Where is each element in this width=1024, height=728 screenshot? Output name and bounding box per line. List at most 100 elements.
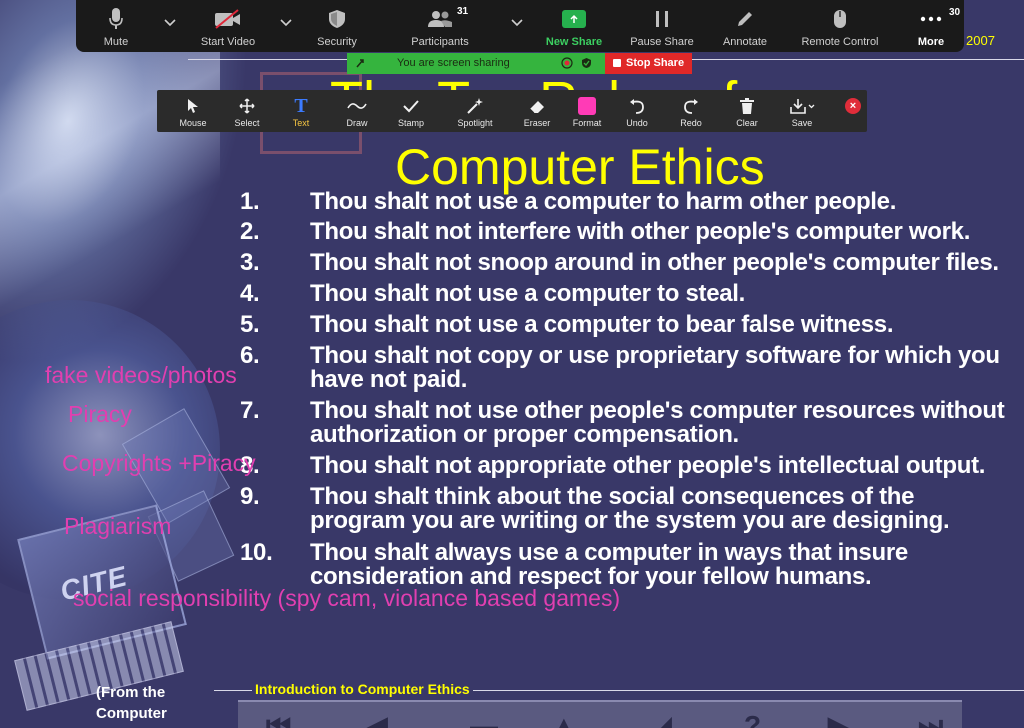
tool-undo[interactable]: Undo [613,90,661,132]
save-icon [777,96,827,116]
tool-clear[interactable]: Clear [723,90,771,132]
annotation-copyrights: Copyrights +Piracy [62,450,256,476]
tool-draw[interactable]: Draw [331,90,383,132]
draw-icon [331,96,383,116]
rule-text: Thou shalt not use a computer to bear fa… [310,311,894,338]
move-icon [221,96,273,116]
speaker-icon: ◢ [650,711,672,728]
pin-icon [356,59,364,68]
stop-icon [613,59,621,67]
format-icon [563,96,611,116]
trash-icon [723,96,771,116]
tool-eraser[interactable]: Eraser [513,90,561,132]
rule-number: 1. [240,188,260,215]
annotation-social-responsibility: social responsibility (spy cam, violance… [73,585,621,611]
more-button[interactable]: 30 More [906,0,960,52]
rule-text: Thou shalt think about the social conseq… [310,483,950,534]
mute-label: Mute [103,36,129,48]
tool-label: Eraser [523,118,551,128]
tool-save[interactable]: Save [777,90,827,132]
shield-check-icon [582,58,591,68]
stop-share-label: Stop Share [626,57,685,69]
security-button[interactable]: Security [302,0,372,52]
tool-label: Spotlight [457,118,493,128]
tool-redo[interactable]: Redo [667,90,715,132]
new-share-label: New Share [545,36,603,48]
rule-item: 1. Thou shalt not use a computer to harm … [240,190,1010,214]
prev-slide-icon: ◀ [366,711,388,728]
video-icon: ▬ [470,710,498,728]
eraser-icon [513,96,561,116]
tool-label: Redo [680,118,702,128]
start-video-label: Start Video [200,36,256,48]
microphone-icon [86,8,146,30]
rule-number: 7. [240,397,260,424]
record-icon [561,57,573,69]
annotate-button[interactable]: Annotate [710,0,780,52]
annotate-label: Annotate [722,36,768,48]
start-video-button[interactable]: Start Video [188,0,268,52]
share-icon-wrap [538,8,610,30]
rule-text: Thou shalt not snoop around in other peo… [310,249,999,276]
rule-text: Thou shalt always use a computer in ways… [310,539,908,590]
participants-count: 31 [457,6,469,17]
rule-text: Thou shalt not use a computer to harm ot… [310,188,897,215]
annotation-plagiarism: Plagiarism [64,513,172,539]
rule-text: Thou shalt not interfere with other peop… [310,218,971,245]
tool-mouse[interactable]: Mouse [167,90,219,132]
rule-item: 5. Thou shalt not use a computer to bear … [240,313,1010,337]
tool-label: Save [791,118,813,128]
chevron-down-icon[interactable] [162,14,178,30]
tool-stamp[interactable]: Stamp [385,90,437,132]
security-label: Security [317,36,357,48]
slide-nav-bar: ⏮ ◀ ▬ ▲ ◢ ? ▶ ⏭ [238,700,962,728]
rule-text: Thou shalt not use a computer to steal. [310,280,746,307]
rule-number: 5. [240,311,260,338]
rule-number: 6. [240,342,260,369]
slide-year: 2007 [966,33,995,48]
rule-item: 10. Thou shalt always use a computer in w… [240,541,1010,589]
annotation-fake-videos: fake videos/photos [45,362,237,388]
rule-item: 6. Thou shalt not copy or use proprietary… [240,344,1010,392]
share-screen-icon [562,10,586,28]
rule-text: Thou shalt not appropriate other people'… [310,452,986,479]
tool-label: Text [292,118,310,128]
rule-number: 10. [240,539,273,566]
rule-item: 7. Thou shalt not use other people's comp… [240,399,1010,447]
remote-control-label: Remote Control [801,36,879,48]
video-off-icon [188,8,268,30]
last-slide-icon: ⏭ [918,710,944,728]
text-icon: T [294,95,308,117]
annotation-toolbar: Mouse Select T Text Draw Stamp Spotlight… [157,90,867,132]
check-icon [385,96,437,116]
rule-text: Thou shalt not use other people's comput… [310,397,1005,448]
tool-label: Select [234,118,260,128]
tool-format[interactable]: Format [563,90,611,132]
screen-sharing-indicator[interactable]: You are screen sharing [347,53,605,74]
undo-icon [613,96,661,116]
new-share-button[interactable]: New Share [538,0,610,52]
spotlight-icon [445,96,505,116]
rule-item: 8. Thou shalt not appropriate other peopl… [240,454,1010,478]
redo-icon [667,96,715,116]
rule-number: 9. [240,483,260,510]
rule-item: 9. Thou shalt think about the social cons… [240,485,1010,533]
close-annotation-toolbar-icon[interactable]: × [845,98,861,114]
participants-button[interactable]: 31 Participants [396,0,484,52]
chevron-down-icon[interactable] [509,14,525,30]
participants-label: Participants [411,36,469,48]
tool-label: Stamp [397,118,424,128]
mute-button[interactable]: Mute [86,0,146,52]
tool-spotlight[interactable]: Spotlight [445,90,505,132]
next-slide-icon: ▶ [828,711,850,728]
tool-text[interactable]: T Text [275,90,327,132]
stop-share-button[interactable]: Stop Share [605,53,692,74]
rules-list: 1. Thou shalt not use a computer to harm … [240,190,1010,589]
pause-share-button[interactable]: Pause Share [626,0,698,52]
chevron-down-icon[interactable] [278,14,294,30]
rule-item: 3. Thou shalt not snoop around in other p… [240,251,1010,275]
remote-control-button[interactable]: Remote Control [790,0,890,52]
tool-label: Format [572,118,602,128]
rule-item: 4. Thou shalt not use a computer to steal… [240,282,1010,306]
tool-select[interactable]: Select [221,90,273,132]
